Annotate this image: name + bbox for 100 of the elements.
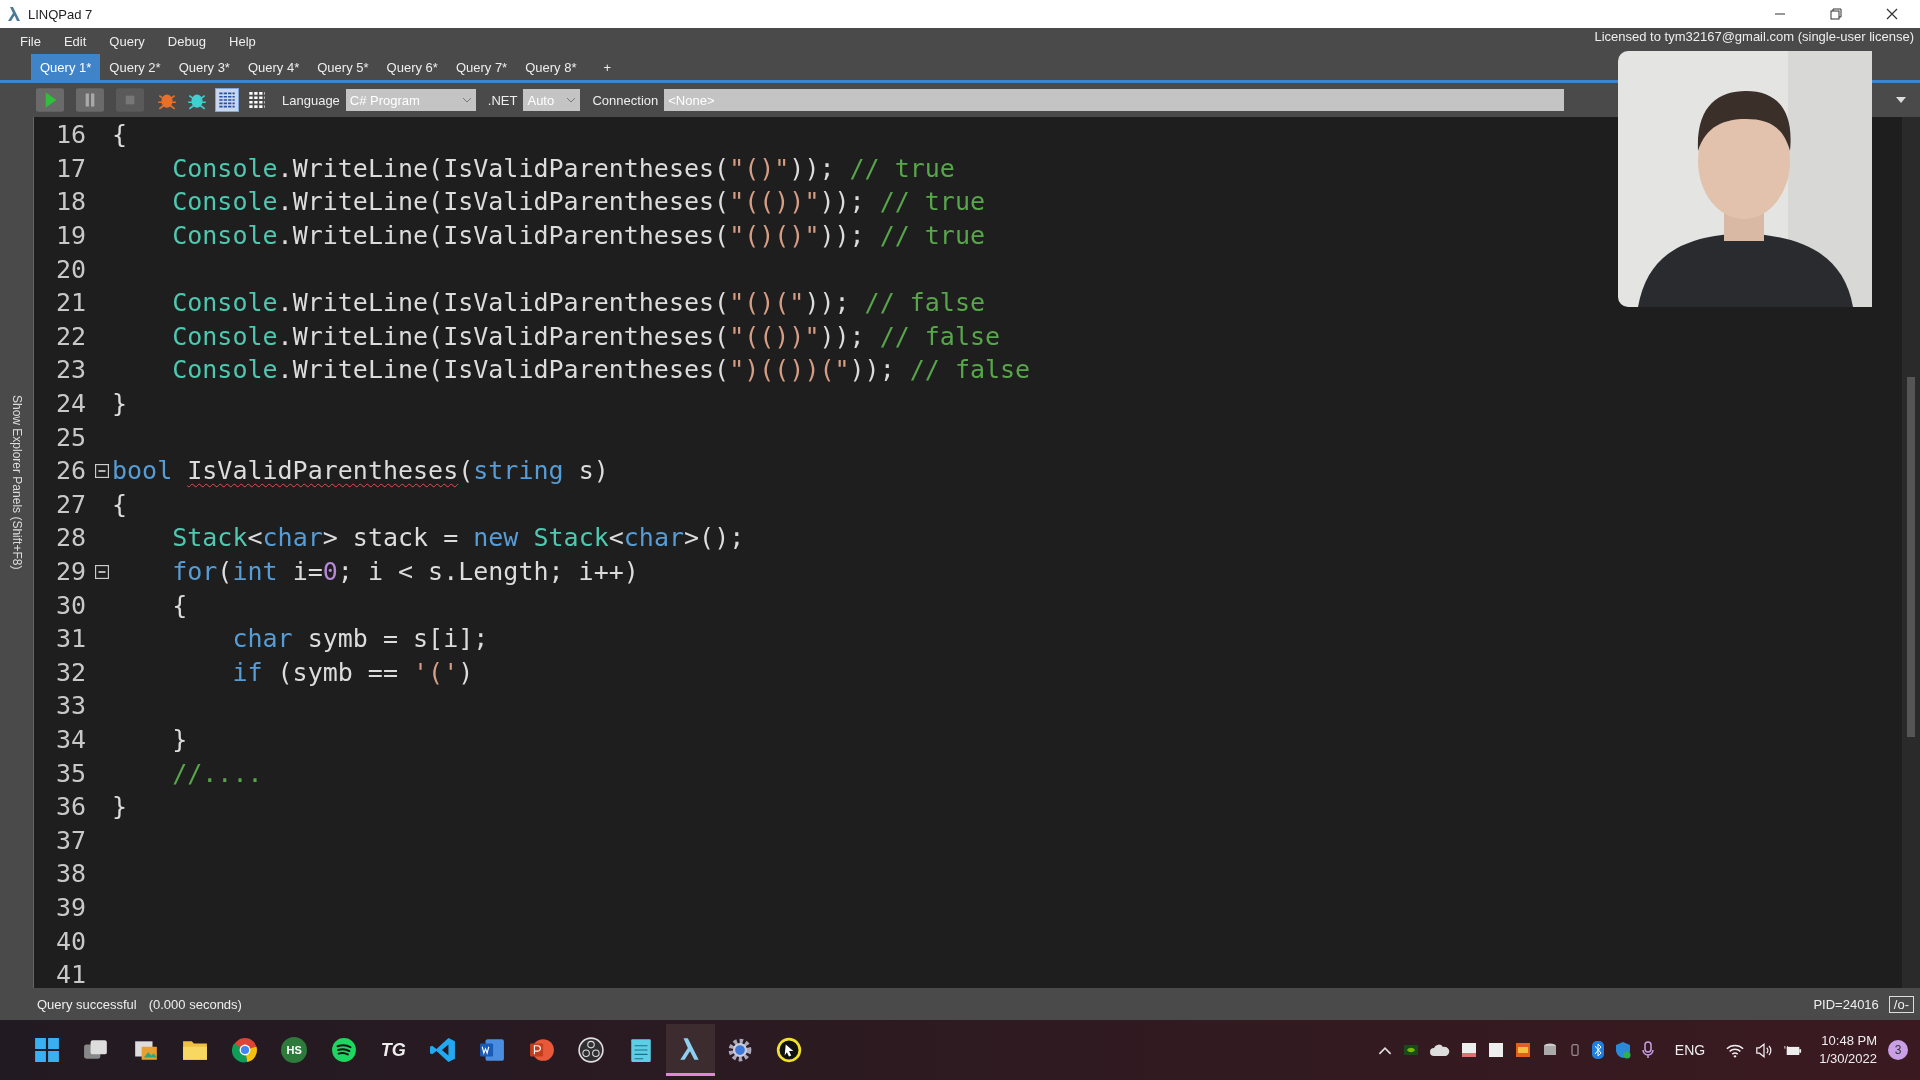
input-language[interactable]: ENG [1674, 1042, 1706, 1058]
line-number: 21 [54, 288, 87, 318]
code-line: } [171, 725, 188, 754]
side-panel-toggle[interactable]: Show Explorer Panels (Shift+F8) [0, 117, 34, 988]
play-icon[interactable] [36, 88, 64, 112]
line-number: 30 [54, 590, 87, 620]
line-number: 17 [54, 153, 87, 183]
line-number: 25 [54, 422, 87, 452]
code-line: Stack<char> stack = new Stack<char>(); [171, 523, 745, 553]
code-icon [429, 1037, 456, 1063]
window-title: LINQPad 7 [28, 6, 93, 22]
clock-date[interactable]: 1/30/2022 [1819, 1050, 1877, 1068]
slides-icon [528, 1037, 555, 1063]
scrollbar[interactable] [1902, 117, 1920, 988]
menu-item[interactable]: Help [229, 33, 256, 49]
dropdown-arrow-icon[interactable] [1896, 97, 1906, 103]
line-number: 19 [54, 221, 87, 251]
code-line: { [112, 120, 128, 150]
wifi-icon[interactable] [1726, 1042, 1745, 1058]
bluetooth-icon[interactable] [1591, 1041, 1604, 1059]
query-tab[interactable]: Query 7* [446, 54, 517, 80]
line-number: 37 [54, 825, 87, 855]
window-icon[interactable] [1487, 1042, 1504, 1058]
code-line: { [171, 590, 188, 620]
connection-label: Connection [592, 92, 659, 108]
gpu-icon[interactable] [1402, 1042, 1419, 1058]
code-line: Console.WriteLine(IsValidParentheses("()()")); // true [171, 221, 985, 251]
line-number: 23 [54, 355, 87, 385]
start-icon [33, 1037, 60, 1063]
net-label: .NET [487, 92, 518, 108]
microphone-icon[interactable] [1641, 1041, 1654, 1059]
menu-item[interactable]: Debug [167, 33, 207, 49]
pointer-icon [776, 1037, 803, 1063]
circles-icon [578, 1037, 605, 1063]
drive-icon[interactable] [1541, 1042, 1558, 1058]
line-number: 35 [54, 758, 87, 788]
new-tab-button[interactable]: + [585, 54, 630, 80]
line-number: 28 [54, 523, 87, 553]
document-icon [479, 1037, 506, 1063]
shield-icon[interactable] [1614, 1041, 1631, 1059]
restore-icon[interactable] [1830, 8, 1842, 20]
line-number: 33 [54, 691, 87, 721]
sound-waves-icon [330, 1037, 357, 1063]
query-tab[interactable]: Query 6* [377, 54, 447, 80]
code-line: Console.WriteLine(IsValidParentheses("(())")); // true [171, 187, 985, 217]
app-icon[interactable] [1514, 1042, 1531, 1058]
license-text: Licensed to tym32167@gmail.com (single-user license) [1594, 28, 1915, 44]
menu-item[interactable]: File [20, 33, 41, 49]
collapse-icon[interactable] [95, 564, 109, 579]
menu-item[interactable]: Edit [63, 33, 87, 49]
elapsed-time: (0.000 seconds) [148, 996, 242, 1012]
code-line: } [112, 792, 128, 822]
code-line: if (symb == '(') [231, 657, 474, 687]
mode-button[interactable]: /o- [1888, 995, 1914, 1013]
window-icon[interactable] [1460, 1042, 1477, 1058]
line-number: 29 [54, 557, 87, 586]
grid-icon[interactable] [246, 89, 268, 111]
line-number: 24 [54, 389, 87, 419]
usb-drive-icon[interactable] [1568, 1042, 1581, 1058]
lambda-icon [6, 6, 22, 22]
query-tab[interactable]: Query 1* [31, 54, 101, 80]
query-tab[interactable]: Query 8* [516, 54, 586, 80]
line-number: 36 [54, 792, 87, 822]
line-number: 32 [54, 657, 87, 687]
line-number: 27 [54, 489, 87, 519]
notification-badge[interactable]: 3 [1888, 1040, 1908, 1060]
code-line: bool IsValidParentheses(string s) [112, 456, 609, 486]
query-tab[interactable]: Query 4* [238, 54, 309, 80]
code-line: for(int i=0; i < s.Length; i++) [171, 557, 639, 586]
code-line: Console.WriteLine(IsValidParentheses("()")); // true [171, 153, 955, 183]
pause-icon[interactable] [76, 88, 104, 112]
line-number: 20 [54, 254, 87, 284]
line-number: 18 [54, 187, 87, 217]
collapse-icon[interactable] [95, 463, 109, 478]
language-label: Language [282, 92, 340, 108]
menu-item[interactable]: Query [109, 33, 145, 49]
code-line: Console.WriteLine(IsValidParentheses("()(")); // false [171, 288, 986, 318]
rich-grid-icon[interactable] [216, 89, 238, 111]
clock-time[interactable]: 10:48 PM [1821, 1032, 1877, 1050]
taskbar-button[interactable]: TG [368, 1024, 418, 1076]
code-line: } [112, 389, 128, 419]
chevron-up-icon[interactable] [1377, 1045, 1392, 1055]
line-number: 38 [54, 859, 87, 889]
browser-icon [231, 1037, 258, 1063]
caret-icon [566, 97, 577, 103]
code-line: Console.WriteLine(IsValidParentheses(")(())(")); // false [171, 355, 1031, 385]
taskbar-button[interactable]: HS [269, 1024, 319, 1076]
code-line: char symb = s[i]; [231, 624, 489, 654]
line-number: 41 [54, 960, 87, 990]
line-number: 16 [54, 120, 87, 150]
line-number: 31 [54, 624, 87, 654]
query-tab[interactable]: Query 5* [308, 54, 378, 80]
query-tab[interactable]: Query 2* [100, 54, 170, 80]
taskbar-button[interactable] [665, 1024, 715, 1076]
query-tab[interactable]: Query 3* [169, 54, 239, 80]
code-line: Console.WriteLine(IsValidParentheses("(())")); // false [171, 321, 1001, 351]
cloud-icon[interactable] [1429, 1043, 1450, 1057]
line-number: 34 [54, 725, 87, 754]
speaker-icon[interactable] [1755, 1042, 1774, 1058]
close-icon[interactable] [1886, 8, 1898, 20]
